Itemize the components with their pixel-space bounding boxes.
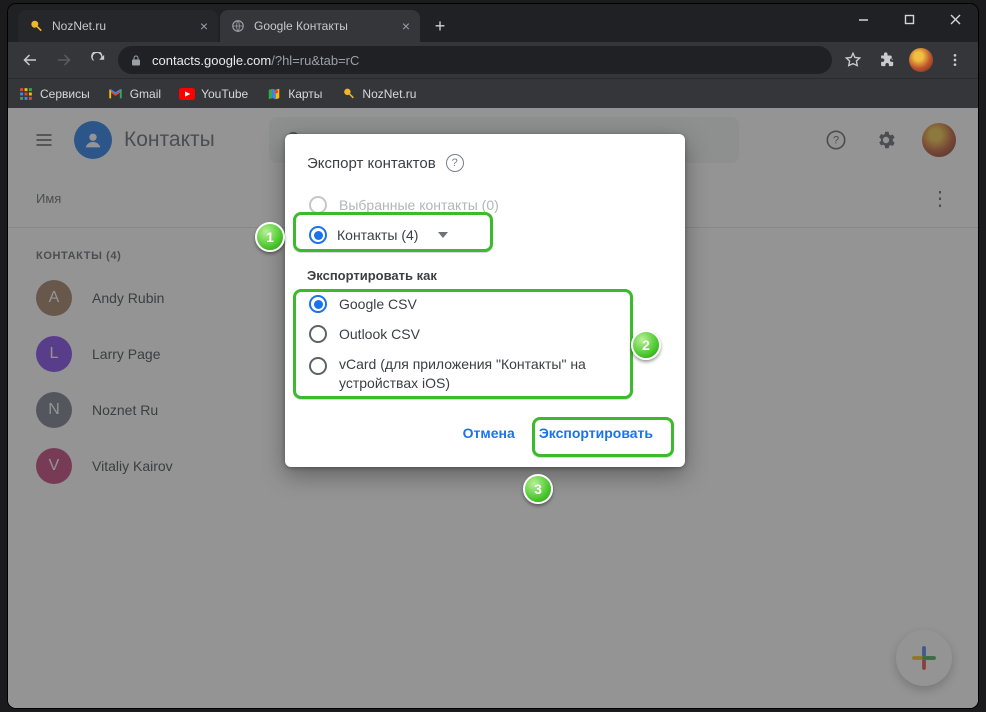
bookmark-bar: Сервисы Gmail YouTube Карты NozNet.ru <box>8 78 978 108</box>
export-as-label: Экспортировать как <box>307 268 663 283</box>
radio-icon <box>309 357 327 375</box>
forward-button[interactable] <box>50 46 78 74</box>
bookmark-apps[interactable]: Сервисы <box>18 86 90 102</box>
radio-outlook-csv[interactable]: Outlook CSV <box>307 319 663 349</box>
wrench-icon <box>340 86 356 102</box>
lock-icon <box>130 54 142 67</box>
menu-icon[interactable] <box>940 45 970 75</box>
radio-all-contacts[interactable]: Контакты (4) <box>307 220 663 250</box>
chevron-down-icon[interactable] <box>438 232 448 238</box>
radio-label: Контакты (4) <box>337 227 418 243</box>
radio-icon <box>309 325 327 343</box>
bookmark-gmail[interactable]: Gmail <box>108 86 161 102</box>
apps-grid-icon <box>18 86 34 102</box>
youtube-icon <box>179 86 195 102</box>
dialog-title: Экспорт контактов <box>307 155 436 172</box>
radio-icon <box>309 226 327 244</box>
tab-google-contacts[interactable]: Google Контакты × <box>220 10 420 42</box>
close-icon[interactable]: × <box>200 18 208 34</box>
maps-icon <box>266 86 282 102</box>
bookmark-label: YouTube <box>201 87 248 101</box>
help-icon[interactable]: ? <box>446 154 464 172</box>
bookmark-noznet[interactable]: NozNet.ru <box>340 86 416 102</box>
radio-vcard[interactable]: vCard (для приложения "Контакты" на устр… <box>307 349 663 399</box>
bookmark-maps[interactable]: Карты <box>266 86 322 102</box>
bookmark-label: Сервисы <box>40 87 90 101</box>
wrench-icon <box>28 18 44 34</box>
radio-label: Outlook CSV <box>339 326 420 342</box>
new-tab-button[interactable]: + <box>426 12 454 40</box>
browser-window: NozNet.ru × Google Контакты × + <box>8 4 978 708</box>
maximize-button[interactable] <box>886 4 932 34</box>
tab-noznet[interactable]: NozNet.ru × <box>18 10 218 42</box>
tab-title: Google Контакты <box>254 19 348 33</box>
bookmark-youtube[interactable]: YouTube <box>179 86 248 102</box>
cancel-button[interactable]: Отмена <box>453 417 525 449</box>
bookmark-label: Gmail <box>130 87 161 101</box>
window-controls <box>840 4 978 34</box>
url-field[interactable]: contacts.google.com/?hl=ru&tab=rC <box>118 46 832 74</box>
globe-icon <box>230 18 246 34</box>
radio-label: vCard (для приложения "Контакты" на устр… <box>339 355 661 393</box>
radio-google-csv[interactable]: Google CSV <box>307 289 663 319</box>
radio-icon <box>309 295 327 313</box>
radio-selected-contacts: Выбранные контакты (0) <box>307 190 663 220</box>
radio-icon <box>309 196 327 214</box>
url-path: /?hl=ru&tab=rC <box>271 53 359 68</box>
url-domain: contacts.google.com <box>152 53 271 68</box>
radio-label: Выбранные контакты (0) <box>339 197 499 213</box>
tab-title: NozNet.ru <box>52 19 106 33</box>
radio-label: Google CSV <box>339 296 417 312</box>
back-button[interactable] <box>16 46 44 74</box>
address-bar: contacts.google.com/?hl=ru&tab=rC <box>8 42 978 78</box>
export-button[interactable]: Экспортировать <box>529 417 663 449</box>
extension-icon[interactable] <box>872 45 902 75</box>
profile-avatar-icon[interactable] <box>906 45 936 75</box>
close-window-button[interactable] <box>932 4 978 34</box>
export-contacts-dialog: Экспорт контактов ? Выбранные контакты (… <box>285 134 685 467</box>
close-icon[interactable]: × <box>402 18 410 34</box>
minimize-button[interactable] <box>840 4 886 34</box>
dialog-title-row: Экспорт контактов ? <box>307 154 663 172</box>
reload-button[interactable] <box>84 46 112 74</box>
gmail-icon <box>108 86 124 102</box>
bookmark-label: NozNet.ru <box>362 87 416 101</box>
bookmark-label: Карты <box>288 87 322 101</box>
star-icon[interactable] <box>838 45 868 75</box>
tab-strip: NozNet.ru × Google Контакты × + <box>8 4 978 42</box>
